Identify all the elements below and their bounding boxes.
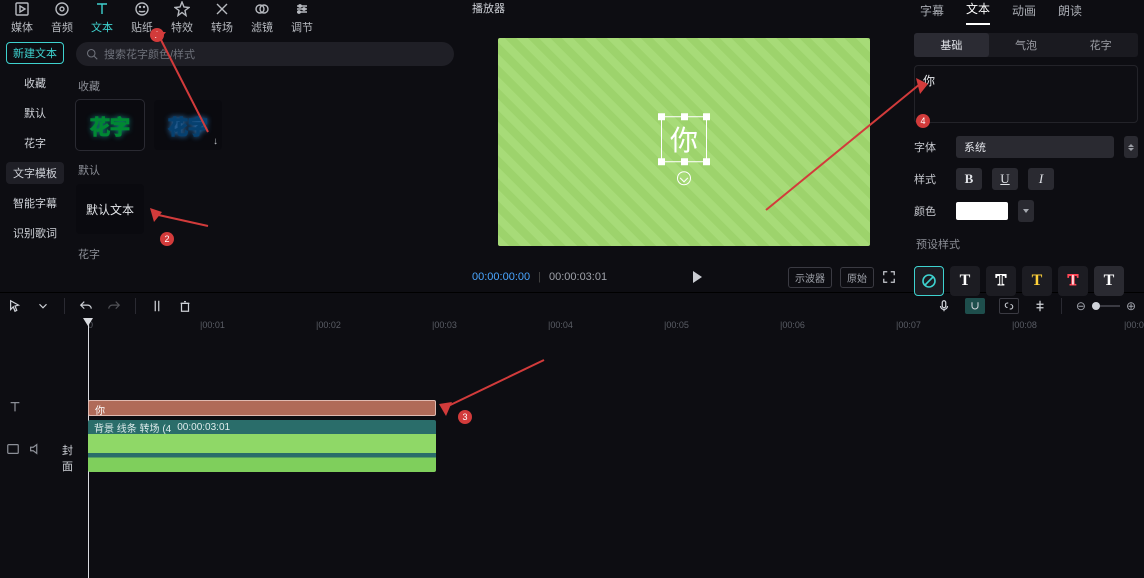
sidebar-default[interactable]: 默认 [2, 102, 68, 124]
preset-none[interactable] [914, 266, 944, 296]
track-icon-text[interactable] [8, 400, 22, 414]
insp-subtab-bubble[interactable]: 气泡 [989, 33, 1064, 57]
download-icon: ↓ [213, 136, 218, 147]
rotate-handle-icon[interactable] [677, 171, 691, 185]
search-icon [86, 48, 98, 60]
play-button[interactable] [693, 271, 702, 283]
preset-red[interactable]: T [1058, 266, 1088, 296]
timeline[interactable]: 0 |00:01 |00:02 |00:03 |00:04 |00:05 |00… [0, 318, 1144, 578]
timecode-duration: 00:00:03:01 [549, 271, 607, 283]
video-clip-name: 背景 线条 转场 (4 [94, 420, 171, 435]
color-dropdown[interactable] [1018, 200, 1034, 222]
preset-outline[interactable]: T [986, 266, 1016, 296]
top-tab-filter[interactable]: 滤镜 [244, 0, 280, 35]
top-tab-adjust[interactable]: 调节 [284, 0, 320, 35]
insp-tab-anim[interactable]: 动画 [1012, 2, 1036, 25]
thumb-huazi-2[interactable]: 花字↓ [154, 100, 222, 150]
mic-icon[interactable] [937, 299, 951, 313]
timeline-ruler[interactable]: 0 |00:01 |00:02 |00:03 |00:04 |00:05 |00… [0, 318, 1144, 338]
font-size-stepper[interactable] [1124, 136, 1138, 158]
mute-icon[interactable] [28, 442, 42, 456]
align-icon[interactable] [1033, 299, 1047, 313]
underline-button[interactable]: U [992, 168, 1018, 190]
top-tab-transition[interactable]: 转场 [204, 0, 240, 35]
preview-canvas[interactable]: 你 [498, 38, 870, 246]
top-tab-fx[interactable]: 特效 [164, 0, 200, 35]
canvas-text-overlay: 你 [670, 119, 698, 159]
style-label: 样式 [914, 171, 946, 187]
sidebar-huazi[interactable]: 花字 [2, 132, 68, 154]
original-button[interactable]: 原始 [840, 267, 874, 288]
player-title: 播放器 [464, 0, 904, 22]
top-tab-audio[interactable]: 音频 [44, 0, 80, 35]
video-clip-dur: 00:00:03:01 [177, 422, 230, 433]
italic-button[interactable]: I [1028, 168, 1054, 190]
insp-tab-text[interactable]: 文本 [966, 0, 990, 25]
thumb-huazi-1[interactable]: 花字 [76, 100, 144, 150]
color-swatch[interactable] [956, 202, 1008, 220]
insp-subtab-huazi[interactable]: 花字 [1063, 33, 1138, 57]
timecode-current: 00:00:00:00 [472, 271, 530, 283]
font-label: 字体 [914, 139, 946, 155]
text-selection-box[interactable]: 你 [661, 116, 707, 162]
link-toggle[interactable] [999, 298, 1019, 314]
split-icon[interactable] [150, 299, 164, 313]
insp-tab-read[interactable]: 朗读 [1058, 2, 1082, 25]
pointer-tool-icon[interactable] [8, 299, 22, 313]
section-default: 默认 [78, 162, 452, 178]
preset-yellow[interactable]: T [1022, 266, 1052, 296]
section-huazi: 花字 [78, 246, 452, 262]
bold-button[interactable]: B [956, 168, 982, 190]
fullscreen-icon[interactable] [882, 270, 896, 284]
search-placeholder: 搜索花字颜色/样式 [104, 46, 195, 62]
scope-button[interactable]: 示波器 [788, 267, 832, 288]
top-tab-sticker[interactable]: 贴纸 [124, 0, 160, 35]
timeline-text-clip[interactable]: 你 [88, 400, 436, 416]
insp-subtab-basic[interactable]: 基础 [914, 33, 989, 57]
sidebar-fav[interactable]: 收藏 [2, 72, 68, 94]
thumb-default-text[interactable]: 默认文本 [76, 184, 144, 234]
top-tab-media[interactable]: 媒体 [4, 0, 40, 35]
color-label: 颜色 [914, 203, 946, 219]
chevron-down-icon[interactable] [36, 299, 50, 313]
track-icon-video[interactable] [6, 442, 42, 456]
insp-tab-subtitle[interactable]: 字幕 [920, 2, 944, 25]
section-fav: 收藏 [78, 78, 452, 94]
preset-label: 预设样式 [916, 236, 1136, 252]
sidebar-template[interactable]: 文字模板 [6, 162, 64, 184]
search-input[interactable]: 搜索花字颜色/样式 [76, 42, 454, 66]
sidebar-smart-sub[interactable]: 智能字幕 [2, 192, 68, 214]
redo-icon[interactable] [107, 299, 121, 313]
text-content-textarea[interactable] [914, 65, 1138, 123]
preset-boxed[interactable]: T [1094, 266, 1124, 296]
zoom-slider[interactable]: ⊖ ⊕ [1076, 299, 1136, 313]
delete-icon[interactable] [178, 299, 192, 313]
preset-white[interactable]: T [950, 266, 980, 296]
undo-icon[interactable] [79, 299, 93, 313]
magnet-toggle[interactable] [965, 298, 985, 314]
track-cover-label[interactable]: 封面 [62, 442, 73, 474]
sidebar-lyric[interactable]: 识别歌词 [2, 222, 68, 244]
timeline-video-clip[interactable]: 背景 线条 转场 (4 00:00:03:01 [88, 420, 436, 472]
top-tab-text[interactable]: 文本 [84, 0, 120, 35]
sidebar-new-text[interactable]: 新建文本 [6, 42, 64, 64]
timecode-sep: | [538, 271, 541, 283]
font-select[interactable]: 系统 [956, 136, 1114, 158]
